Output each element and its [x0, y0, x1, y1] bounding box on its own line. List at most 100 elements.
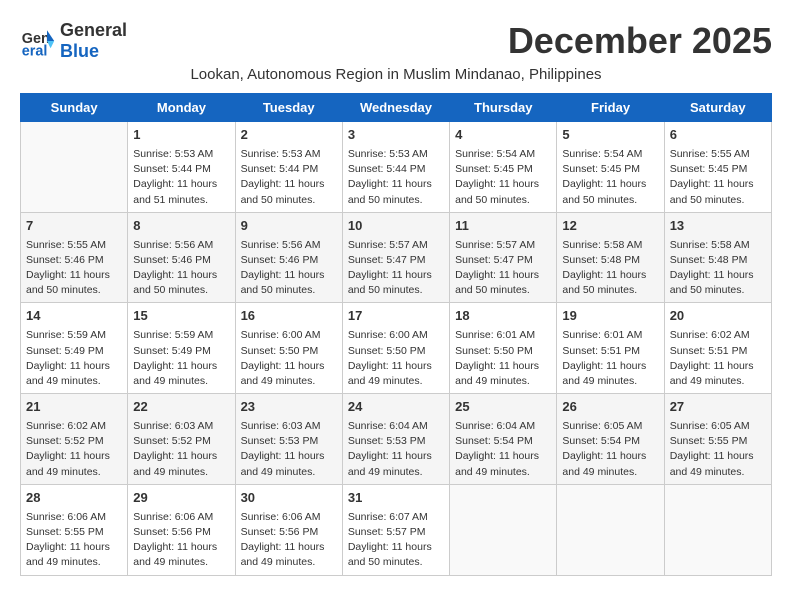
calendar-cell: 27 Sunrise: 6:05 AM Sunset: 5:55 PM Dayli…: [664, 394, 771, 485]
calendar-cell: 13 Sunrise: 5:58 AM Sunset: 5:48 PM Dayli…: [664, 212, 771, 303]
calendar-week-2: 14 Sunrise: 5:59 AM Sunset: 5:49 PM Dayli…: [21, 303, 772, 394]
day-info: Sunrise: 6:04 AM Sunset: 5:53 PM Dayligh…: [348, 419, 444, 480]
calendar-cell: 23 Sunrise: 6:03 AM Sunset: 5:53 PM Dayli…: [235, 394, 342, 485]
calendar-week-0: 1Sunrise: 5:53 AM Sunset: 5:44 PM Daylig…: [21, 122, 772, 213]
day-number: 21: [26, 398, 122, 417]
day-info: Sunrise: 6:00 AM Sunset: 5:50 PM Dayligh…: [348, 328, 444, 389]
day-info: Sunrise: 5:56 AM Sunset: 5:46 PM Dayligh…: [133, 238, 229, 299]
day-info: Sunrise: 5:54 AM Sunset: 5:45 PM Dayligh…: [455, 147, 551, 208]
calendar-cell: 19 Sunrise: 6:01 AM Sunset: 5:51 PM Dayli…: [557, 303, 664, 394]
header-saturday: Saturday: [664, 94, 771, 122]
day-number: 10: [348, 217, 444, 236]
calendar-cell: 15 Sunrise: 5:59 AM Sunset: 5:49 PM Dayli…: [128, 303, 235, 394]
day-number: 15: [133, 307, 229, 326]
day-info: Sunrise: 5:59 AM Sunset: 5:49 PM Dayligh…: [26, 328, 122, 389]
calendar-cell: [450, 484, 557, 575]
page-subtitle: Lookan, Autonomous Region in Muslim Mind…: [20, 66, 772, 83]
day-number: 14: [26, 307, 122, 326]
day-number: 6: [670, 126, 766, 145]
day-number: 20: [670, 307, 766, 326]
calendar-cell: 20 Sunrise: 6:02 AM Sunset: 5:51 PM Dayli…: [664, 303, 771, 394]
calendar-week-1: 7Sunrise: 5:55 AM Sunset: 5:46 PM Daylig…: [21, 212, 772, 303]
month-title: December 2025: [508, 20, 772, 62]
day-info: Sunrise: 6:03 AM Sunset: 5:52 PM Dayligh…: [133, 419, 229, 480]
day-info: Sunrise: 6:06 AM Sunset: 5:56 PM Dayligh…: [133, 510, 229, 571]
page-header: Gen eral General Blue December 2025: [20, 20, 772, 62]
day-info: Sunrise: 6:06 AM Sunset: 5:56 PM Dayligh…: [241, 510, 337, 571]
day-number: 17: [348, 307, 444, 326]
day-info: Sunrise: 5:58 AM Sunset: 5:48 PM Dayligh…: [562, 238, 658, 299]
calendar-cell: 4 Sunrise: 5:54 AM Sunset: 5:45 PM Daylig…: [450, 122, 557, 213]
calendar-cell: 10 Sunrise: 5:57 AM Sunset: 5:47 PM Dayli…: [342, 212, 449, 303]
calendar-table: SundayMondayTuesdayWednesdayThursdayFrid…: [20, 93, 772, 576]
day-number: 26: [562, 398, 658, 417]
day-number: 16: [241, 307, 337, 326]
header-sunday: Sunday: [21, 94, 128, 122]
header-friday: Friday: [557, 94, 664, 122]
day-number: 4: [455, 126, 551, 145]
calendar-cell: 18 Sunrise: 6:01 AM Sunset: 5:50 PM Dayli…: [450, 303, 557, 394]
calendar-cell: [557, 484, 664, 575]
day-info: Sunrise: 6:03 AM Sunset: 5:53 PM Dayligh…: [241, 419, 337, 480]
calendar-cell: 21Sunrise: 6:02 AM Sunset: 5:52 PM Dayli…: [21, 394, 128, 485]
calendar-cell: 2 Sunrise: 5:53 AM Sunset: 5:44 PM Daylig…: [235, 122, 342, 213]
day-number: 31: [348, 489, 444, 508]
calendar-cell: 12 Sunrise: 5:58 AM Sunset: 5:48 PM Dayli…: [557, 212, 664, 303]
calendar-cell: 28 Sunrise: 6:06 AM Sunset: 5:55 PM Dayli…: [21, 484, 128, 575]
day-info: Sunrise: 6:00 AM Sunset: 5:50 PM Dayligh…: [241, 328, 337, 389]
day-info: Sunrise: 5:55 AM Sunset: 5:45 PM Dayligh…: [670, 147, 766, 208]
header-monday: Monday: [128, 94, 235, 122]
day-info: Sunrise: 6:06 AM Sunset: 5:55 PM Dayligh…: [26, 510, 122, 571]
calendar-cell: 26 Sunrise: 6:05 AM Sunset: 5:54 PM Dayli…: [557, 394, 664, 485]
day-number: 18: [455, 307, 551, 326]
calendar-cell: 29 Sunrise: 6:06 AM Sunset: 5:56 PM Dayli…: [128, 484, 235, 575]
calendar-cell: 3 Sunrise: 5:53 AM Sunset: 5:44 PM Daylig…: [342, 122, 449, 213]
logo-text-line2: Blue: [60, 41, 127, 62]
calendar-cell: 9 Sunrise: 5:56 AM Sunset: 5:46 PM Daylig…: [235, 212, 342, 303]
day-number: 23: [241, 398, 337, 417]
day-number: 22: [133, 398, 229, 417]
day-number: 28: [26, 489, 122, 508]
day-number: 13: [670, 217, 766, 236]
day-info: Sunrise: 5:53 AM Sunset: 5:44 PM Dayligh…: [348, 147, 444, 208]
day-number: 8: [133, 217, 229, 236]
header-thursday: Thursday: [450, 94, 557, 122]
day-number: 25: [455, 398, 551, 417]
calendar-cell: 6 Sunrise: 5:55 AM Sunset: 5:45 PM Daylig…: [664, 122, 771, 213]
day-number: 12: [562, 217, 658, 236]
calendar-cell: 8 Sunrise: 5:56 AM Sunset: 5:46 PM Daylig…: [128, 212, 235, 303]
day-info: Sunrise: 5:57 AM Sunset: 5:47 PM Dayligh…: [348, 238, 444, 299]
day-info: Sunrise: 6:01 AM Sunset: 5:51 PM Dayligh…: [562, 328, 658, 389]
day-info: Sunrise: 5:53 AM Sunset: 5:44 PM Dayligh…: [241, 147, 337, 208]
calendar-cell: 24 Sunrise: 6:04 AM Sunset: 5:53 PM Dayli…: [342, 394, 449, 485]
calendar-cell: 11 Sunrise: 5:57 AM Sunset: 5:47 PM Dayli…: [450, 212, 557, 303]
day-number: 29: [133, 489, 229, 508]
calendar-week-3: 21Sunrise: 6:02 AM Sunset: 5:52 PM Dayli…: [21, 394, 772, 485]
logo: Gen eral General Blue: [20, 20, 127, 62]
day-number: 30: [241, 489, 337, 508]
day-info: Sunrise: 5:57 AM Sunset: 5:47 PM Dayligh…: [455, 238, 551, 299]
day-info: Sunrise: 5:56 AM Sunset: 5:46 PM Dayligh…: [241, 238, 337, 299]
calendar-cell: 30 Sunrise: 6:06 AM Sunset: 5:56 PM Dayli…: [235, 484, 342, 575]
calendar-cell: [664, 484, 771, 575]
day-info: Sunrise: 6:07 AM Sunset: 5:57 PM Dayligh…: [348, 510, 444, 571]
day-info: Sunrise: 6:05 AM Sunset: 5:54 PM Dayligh…: [562, 419, 658, 480]
day-number: 24: [348, 398, 444, 417]
calendar-cell: 5Sunrise: 5:54 AM Sunset: 5:45 PM Daylig…: [557, 122, 664, 213]
calendar-cell: 17 Sunrise: 6:00 AM Sunset: 5:50 PM Dayli…: [342, 303, 449, 394]
calendar-cell: 7Sunrise: 5:55 AM Sunset: 5:46 PM Daylig…: [21, 212, 128, 303]
day-number: 11: [455, 217, 551, 236]
day-info: Sunrise: 6:04 AM Sunset: 5:54 PM Dayligh…: [455, 419, 551, 480]
day-info: Sunrise: 6:05 AM Sunset: 5:55 PM Dayligh…: [670, 419, 766, 480]
day-info: Sunrise: 5:58 AM Sunset: 5:48 PM Dayligh…: [670, 238, 766, 299]
day-info: Sunrise: 5:59 AM Sunset: 5:49 PM Dayligh…: [133, 328, 229, 389]
calendar-cell: 25 Sunrise: 6:04 AM Sunset: 5:54 PM Dayli…: [450, 394, 557, 485]
day-number: 3: [348, 126, 444, 145]
day-number: 2: [241, 126, 337, 145]
calendar-week-4: 28 Sunrise: 6:06 AM Sunset: 5:55 PM Dayli…: [21, 484, 772, 575]
day-number: 9: [241, 217, 337, 236]
day-number: 19: [562, 307, 658, 326]
day-number: 27: [670, 398, 766, 417]
day-info: Sunrise: 6:01 AM Sunset: 5:50 PM Dayligh…: [455, 328, 551, 389]
day-info: Sunrise: 6:02 AM Sunset: 5:51 PM Dayligh…: [670, 328, 766, 389]
